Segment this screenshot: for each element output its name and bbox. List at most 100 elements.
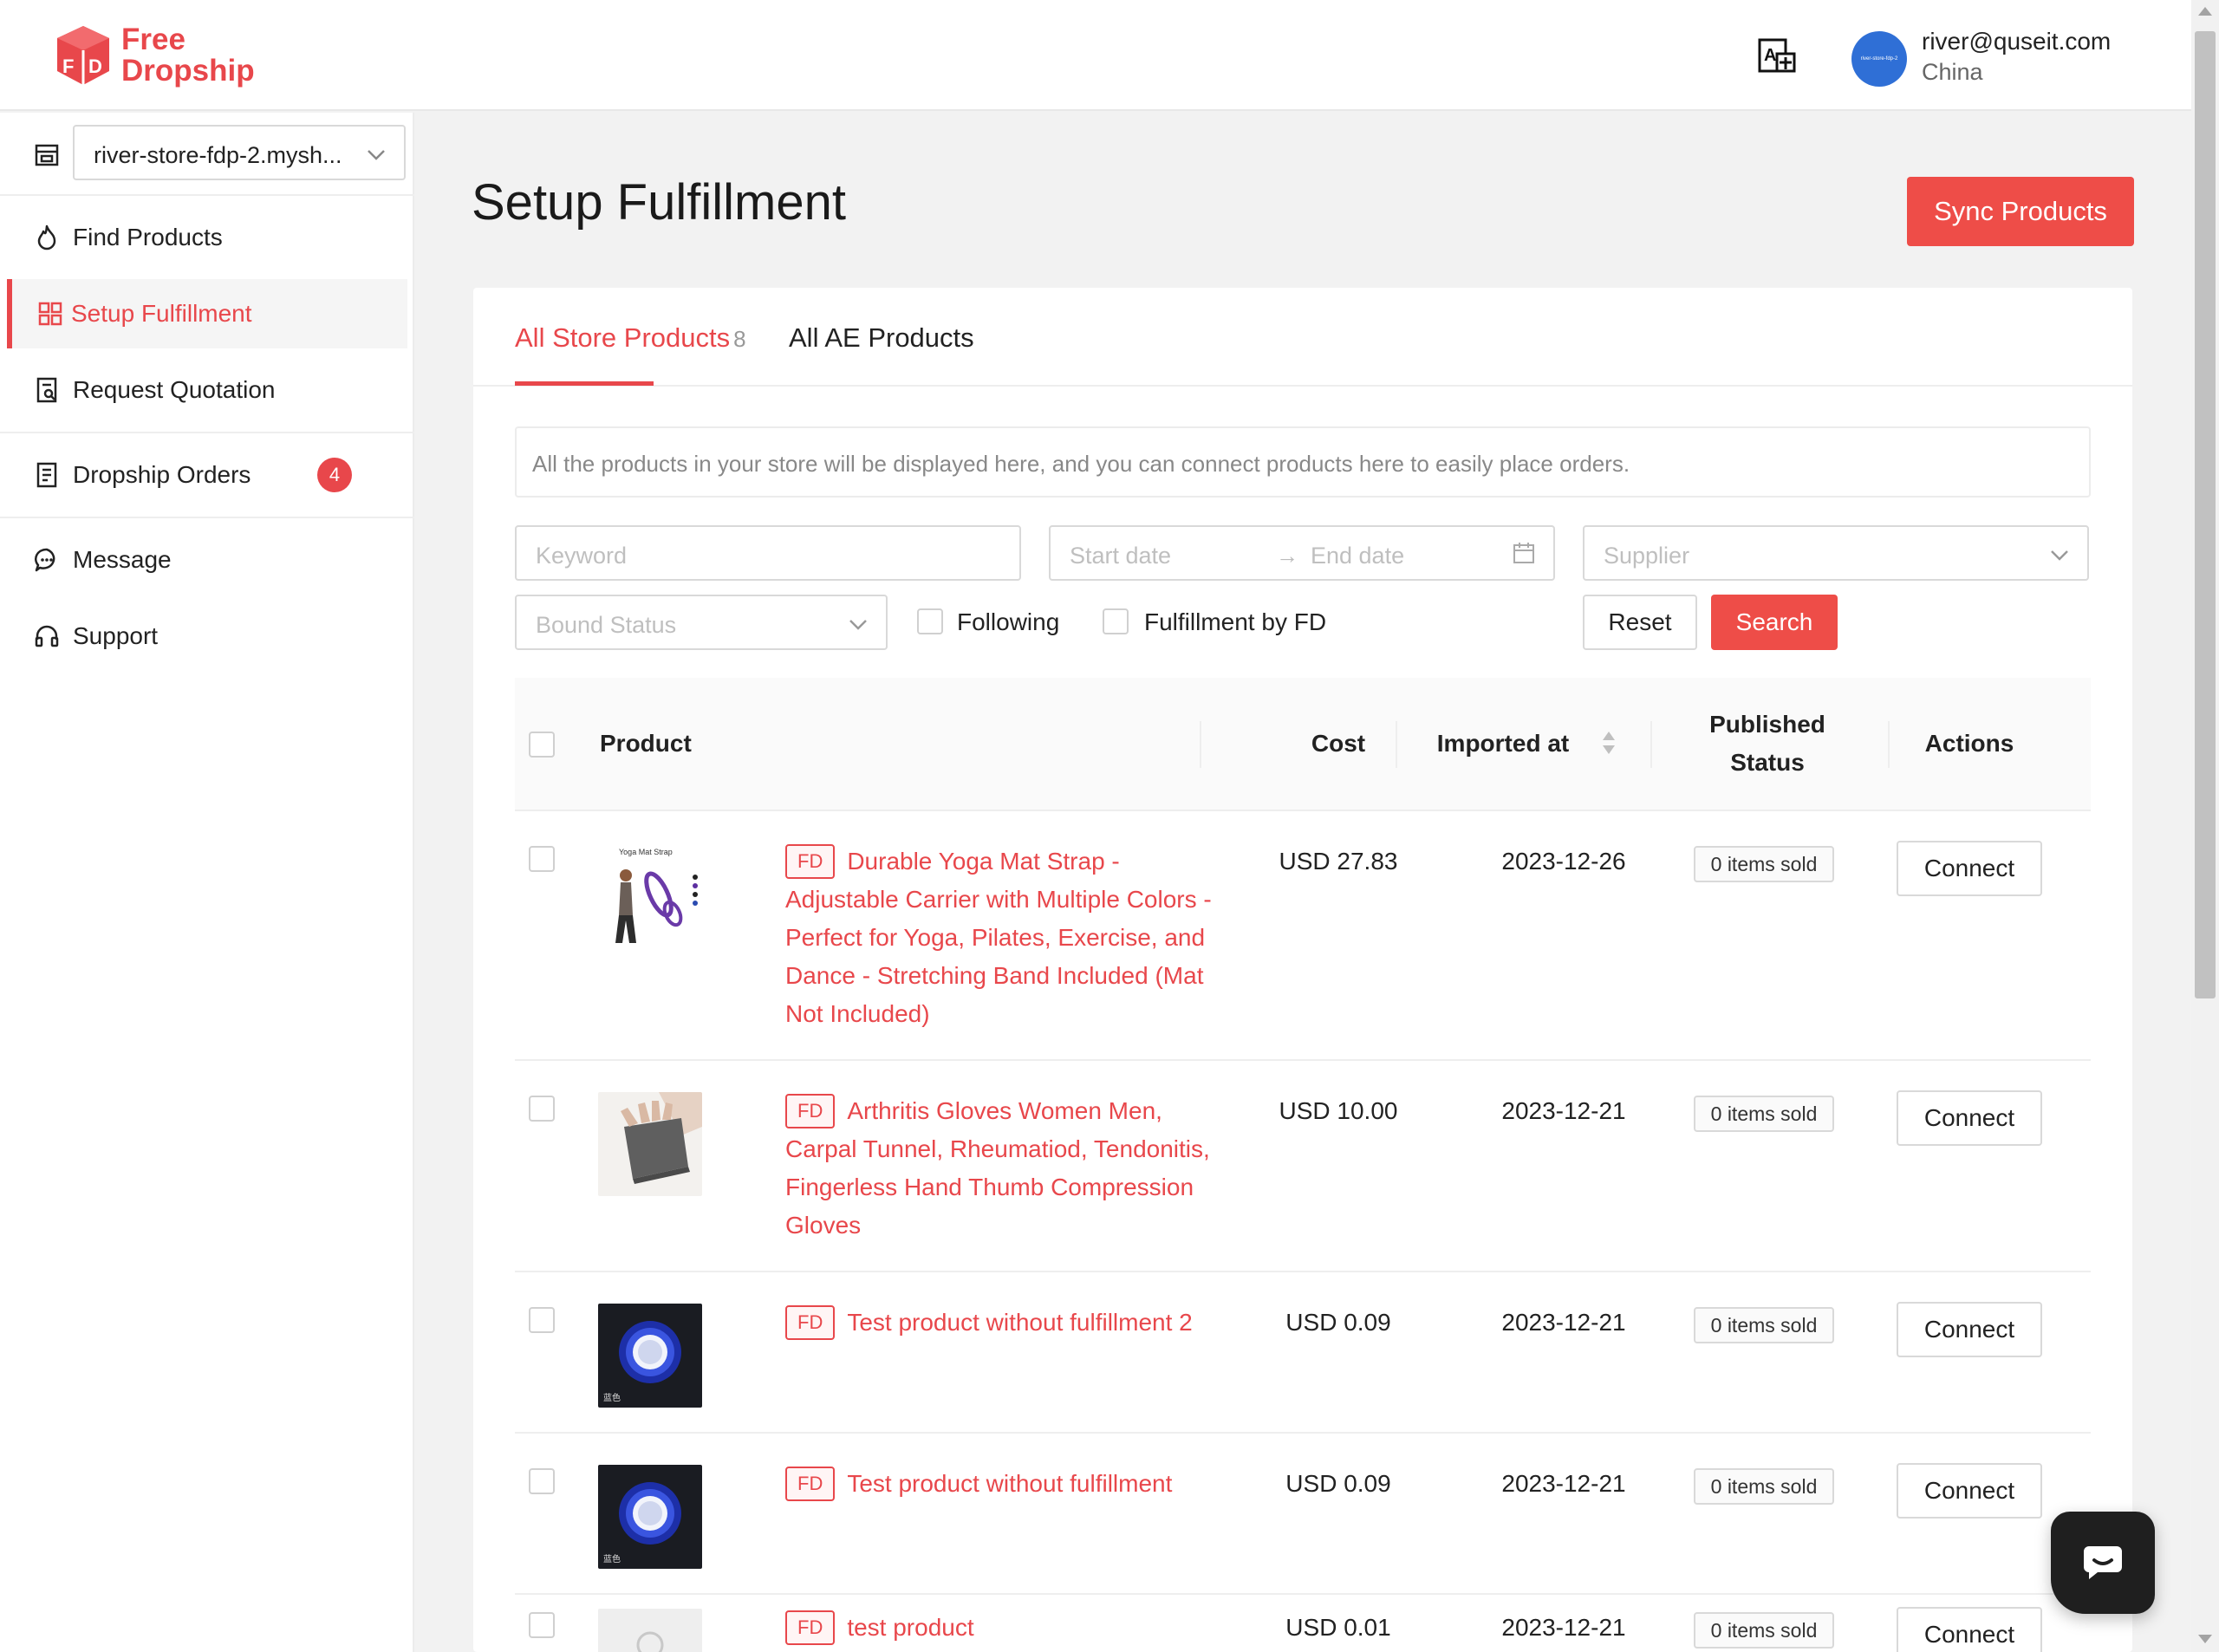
column-divider (1396, 721, 1397, 768)
row-checkbox[interactable] (529, 1612, 555, 1638)
chevron-down-icon (2051, 550, 2068, 561)
bound-status-placeholder: Bound Status (536, 612, 677, 638)
yoga-strap-image-icon: Yoga Mat Strap (615, 848, 698, 943)
date-range-picker[interactable]: Start date → End date (1049, 525, 1555, 581)
column-divider (1650, 721, 1652, 768)
table-row: FD test product USD 0.01 2023-12-21 0 ite… (515, 1595, 2091, 1652)
translate-icon[interactable]: A (1756, 36, 1798, 78)
user-email[interactable]: river@quseit.com (1922, 28, 2111, 55)
product-thumbnail[interactable] (598, 1092, 702, 1196)
product-imported-at: 2023-12-21 (1501, 1470, 1626, 1497)
row-checkbox[interactable] (529, 1096, 555, 1122)
supplier-select[interactable]: Supplier (1583, 525, 2089, 581)
product-title: Test product without fulfillment (847, 1470, 1173, 1497)
column-divider (1888, 721, 1890, 768)
sidebar-item-label: Request Quotation (73, 376, 276, 403)
scroll-down-arrow-icon[interactable] (2198, 1635, 2212, 1643)
page-title: Setup Fulfillment (472, 174, 846, 231)
scroll-thumb[interactable] (2195, 31, 2216, 998)
keyword-input[interactable]: Keyword (515, 525, 1021, 581)
sidebar-item-dropship-orders[interactable]: Dropship Orders 4 (0, 440, 414, 510)
product-title-link[interactable]: FD Test product without fulfillment 2 (785, 1304, 1236, 1342)
col-actions: Actions (1924, 730, 2014, 757)
sidebar-item-label: Setup Fulfillment (71, 300, 252, 327)
sidebar-item-setup-fulfillment[interactable]: Setup Fulfillment (7, 279, 407, 348)
tab-all-store-products[interactable]: All Store Products 8 (515, 322, 746, 354)
connect-button[interactable]: Connect (1897, 1607, 2042, 1652)
product-title-link[interactable]: FD Durable Yoga Mat Strap - Adjustable Ca… (785, 842, 1219, 1033)
sort-icon[interactable] (1602, 730, 1616, 756)
product-title-link[interactable]: FD Test product without fulfillment (785, 1465, 1236, 1503)
calendar-icon (1513, 543, 1534, 563)
sidebar-item-message[interactable]: Message (0, 525, 414, 595)
sidebar-item-label: Support (73, 622, 159, 649)
sidebar-item-label: Message (73, 546, 172, 573)
fulfillment-by-fd-checkbox[interactable] (1103, 608, 1129, 634)
connect-button[interactable]: Connect (1897, 1090, 2042, 1146)
page-scrollbar[interactable] (2191, 0, 2219, 1652)
connect-button[interactable]: Connect (1897, 1302, 2042, 1357)
brand-text: Free Dropship (121, 24, 255, 87)
live-chat-button[interactable] (2051, 1512, 2155, 1614)
fire-icon (37, 224, 56, 250)
end-date-placeholder: End date (1311, 543, 1405, 569)
store-icon (35, 144, 59, 166)
store-select[interactable]: river-store-fdp-2.mysh... (73, 125, 406, 180)
sidebar: river-store-fdp-2.mysh... Find Products … (0, 113, 414, 1652)
quote-doc-icon (36, 377, 57, 403)
published-status-tag: 0 items sold (1694, 846, 1834, 882)
table-header: Product Cost Imported at Published Statu… (515, 678, 2091, 811)
sidebar-item-request-quotation[interactable]: Request Quotation (0, 355, 414, 425)
sidebar-item-support[interactable]: Support (0, 602, 414, 671)
product-title-link[interactable]: FD test product (785, 1609, 1219, 1647)
product-thumbnail[interactable]: Yoga Mat Strap (598, 842, 702, 946)
following-checkbox[interactable] (917, 608, 943, 634)
orders-doc-icon (36, 462, 57, 488)
svg-text:F: F (62, 55, 74, 77)
connect-button[interactable]: Connect (1897, 841, 2042, 896)
product-title: Test product without fulfillment 2 (847, 1309, 1193, 1336)
chat-bubble-icon (34, 548, 55, 572)
table-row: 蓝色 FD Test product without fulfillment 2 … (515, 1272, 2091, 1434)
product-title-link[interactable]: FD Arthritis Gloves Women Men, Carpal Tun… (785, 1092, 1219, 1245)
product-thumbnail[interactable] (598, 1609, 702, 1652)
select-all-checkbox[interactable] (529, 732, 555, 758)
published-status-tag: 0 items sold (1694, 1096, 1834, 1132)
col-published-status: Published Status (1694, 706, 1841, 782)
row-checkbox[interactable] (529, 846, 555, 872)
product-imported-at: 2023-12-26 (1501, 848, 1626, 875)
arrow-right-icon: → (1276, 543, 1298, 569)
product-thumbnail[interactable]: 蓝色 (598, 1304, 702, 1408)
tab-count: 8 (733, 326, 746, 352)
store-select-value: river-store-fdp-2.mysh... (94, 142, 342, 168)
headset-icon (35, 625, 59, 647)
brand-line-2: Dropship (121, 54, 255, 88)
active-tab-indicator (515, 381, 654, 386)
user-avatar[interactable]: river-store-fdp-2 (1851, 31, 1907, 87)
reset-button[interactable]: Reset (1583, 595, 1697, 650)
fd-tag: FD (785, 1094, 836, 1128)
brand-logo[interactable]: F D Free Dropship (54, 24, 255, 87)
search-button[interactable]: Search (1711, 595, 1838, 650)
col-imported-at[interactable]: Imported at (1434, 725, 1572, 763)
row-checkbox[interactable] (529, 1307, 555, 1333)
ring-holder-image-icon: 蓝色 (603, 1482, 681, 1564)
product-imported-at: 2023-12-21 (1501, 1614, 1626, 1641)
row-checkbox[interactable] (529, 1468, 555, 1494)
table-row: 蓝色 FD Test product without fulfillment US… (515, 1434, 2091, 1595)
tab-label: All Store Products (515, 322, 731, 353)
col-cost: Cost (1311, 730, 1366, 757)
published-status-tag: 0 items sold (1694, 1612, 1834, 1649)
connect-button[interactable]: Connect (1897, 1463, 2042, 1519)
published-status-tag: 0 items sold (1694, 1307, 1834, 1343)
tab-all-ae-products[interactable]: All AE Products (789, 322, 974, 354)
bound-status-select[interactable]: Bound Status (515, 595, 888, 650)
scroll-up-arrow-icon[interactable] (2198, 7, 2212, 16)
products-card: All Store Products 8 All AE Products All … (473, 288, 2132, 1652)
sync-products-button[interactable]: Sync Products (1907, 177, 2134, 246)
sidebar-item-find-products[interactable]: Find Products (0, 203, 414, 272)
svg-text:D: D (88, 55, 102, 77)
product-cost: USD 27.83 (1279, 848, 1398, 875)
product-thumbnail[interactable]: 蓝色 (598, 1465, 702, 1569)
sidebar-item-label: Dropship Orders (73, 461, 251, 488)
